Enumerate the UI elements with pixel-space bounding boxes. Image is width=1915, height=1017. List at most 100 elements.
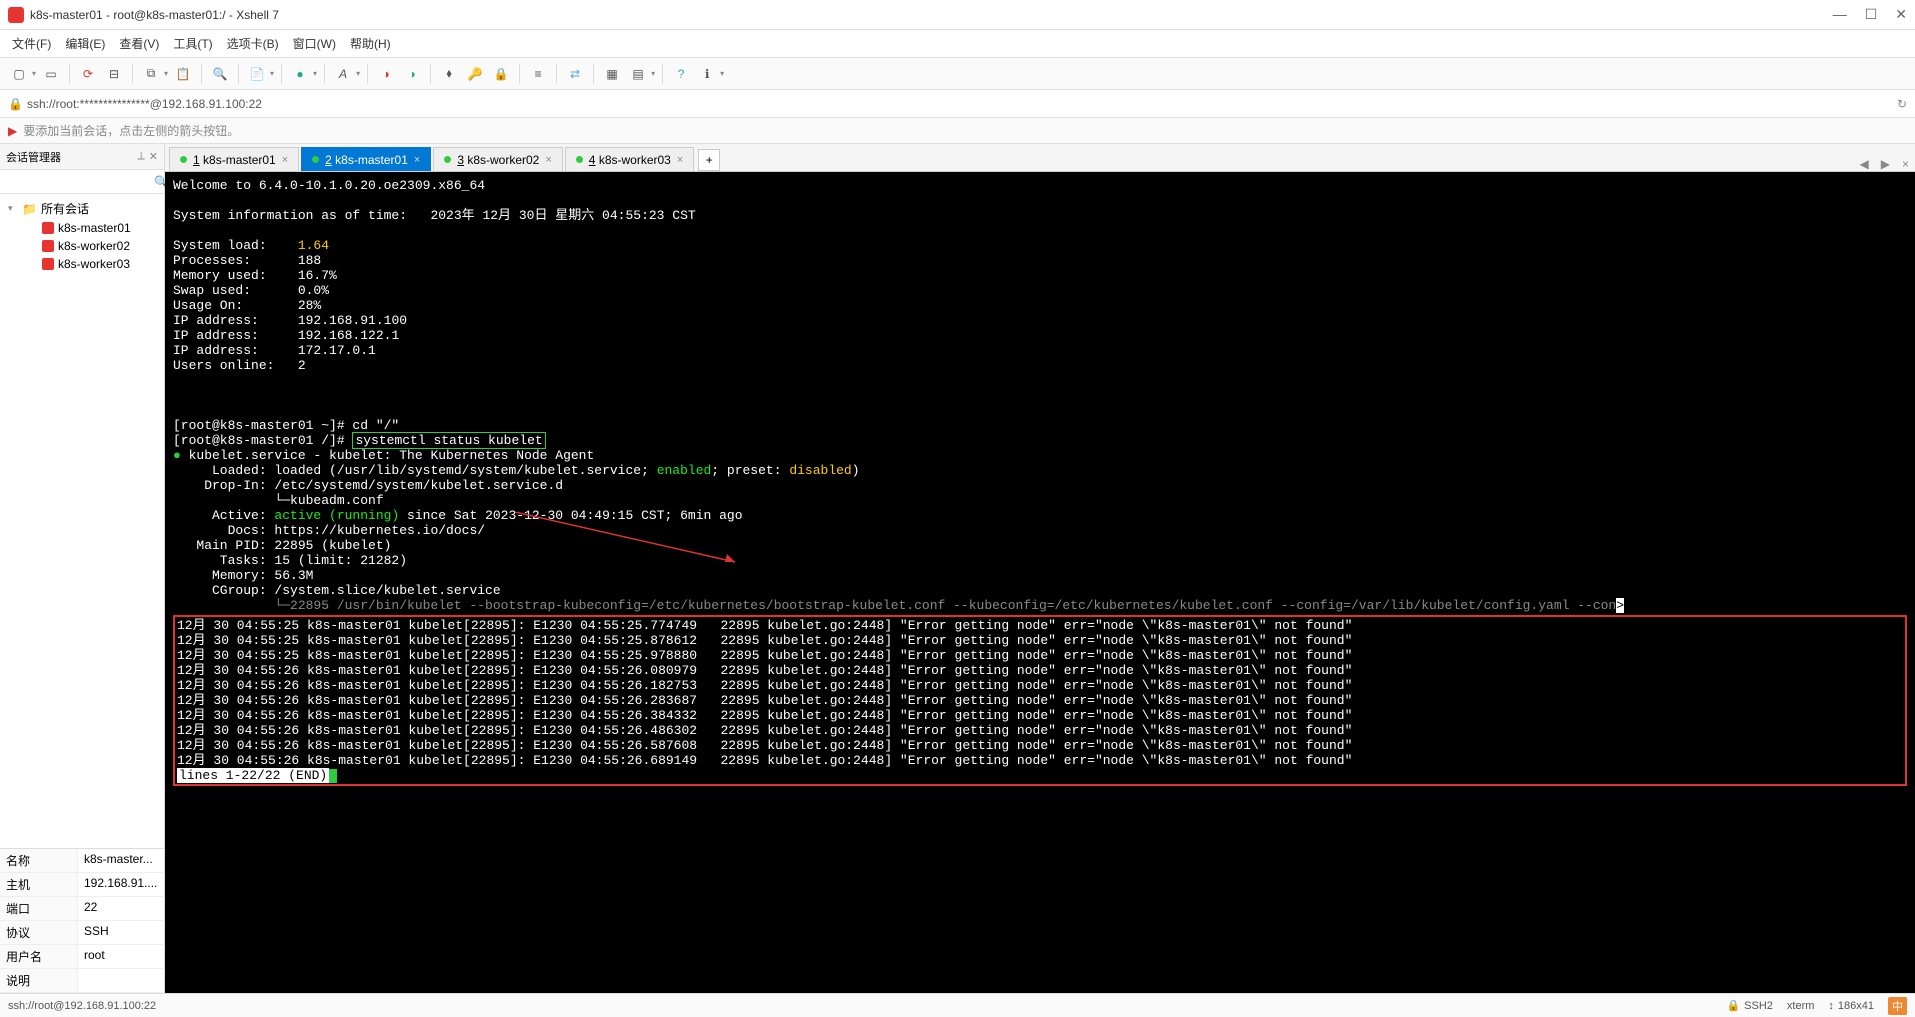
terminal[interactable]: Welcome to 6.4.0-10.1.0.20.oe2309.x86_64… [165,172,1915,993]
session-label: k8s-worker02 [58,239,130,253]
flag-icon: ▶ [8,124,17,138]
prop-row: 说明 [0,969,164,993]
log-icon[interactable]: ≡ [527,63,549,85]
sidebar-close-icon[interactable]: ✕ [149,150,158,163]
layout2-icon[interactable]: ▤ [627,63,649,85]
prop-value [78,969,164,992]
tree-root-label: 所有会话 [41,200,89,217]
font-icon[interactable]: A [332,63,354,85]
address-bar: 🔒 ssh://root:***************@192.168.91.… [0,90,1915,118]
minimize-button[interactable]: — [1833,6,1847,23]
color-icon[interactable]: ● [289,63,311,85]
session-label: k8s-master01 [58,221,131,235]
tree-root[interactable]: ▾ 📁 所有会话 [0,198,164,219]
sidebar-title: 会话管理器 [6,149,133,165]
layout1-icon[interactable]: ▦ [601,63,623,85]
lock-icon: 🔒 [8,97,23,111]
lock-icon[interactable]: 🔒 [490,63,512,85]
prop-value: 192.168.91.... [78,873,164,896]
session-item[interactable]: k8s-worker03 [0,255,164,273]
paste-icon[interactable]: 📋 [172,63,194,85]
menu-item[interactable]: 查看(V) [119,35,159,52]
tab-nav-icon[interactable]: × [1896,157,1915,171]
session-item[interactable]: k8s-worker02 [0,237,164,255]
status-ime[interactable]: 中 [1888,997,1907,1015]
tab-close-icon[interactable]: × [282,154,288,166]
tab-nav-icon[interactable]: ▶ [1875,157,1896,171]
disconnect-icon[interactable]: ⊟ [103,63,125,85]
search-icon[interactable]: 🔍 [209,63,231,85]
prop-row: 端口22 [0,897,164,921]
script2-icon[interactable]: ◑ [401,63,423,85]
log-highlight-box: 12月 30 04:55:25 k8s-master01 kubelet[228… [173,615,1907,786]
reconnect-icon[interactable]: ⟳ [77,63,99,85]
open-session-icon[interactable]: ▭ [40,63,62,85]
menu-item[interactable]: 帮助(H) [350,35,391,52]
status-bar: ssh://root@192.168.91.100:22 🔒SSH2 xterm… [0,993,1915,1017]
prop-key: 名称 [0,849,78,872]
tab-label: 4 k8s-worker03 [589,153,671,167]
toolbar: ▢▾ ▭ ⟳ ⊟ ⧉▾ 📋 🔍 📄▾ ●▾ A▾ ◑ ◑ ⬧ 🔑 🔒 ≡ ⇄ ▦… [0,58,1915,90]
tab-close-icon[interactable]: × [677,154,683,166]
add-tab-button[interactable]: + [698,149,720,171]
status-size: 186x41 [1838,1000,1874,1012]
prop-row: 协议SSH [0,921,164,945]
help-icon[interactable]: ? [670,63,692,85]
tab-close-icon[interactable]: × [545,154,551,166]
prop-row: 名称k8s-master... [0,849,164,873]
hint-bar: ▶ 要添加当前会话，点击左侧的箭头按钮。 [0,118,1915,144]
tab-nav-icon[interactable]: ◀ [1854,157,1875,171]
tab[interactable]: 3 k8s-worker02 × [433,147,562,171]
pin-icon[interactable]: ⟂ [137,150,144,163]
tab[interactable]: 1 k8s-master01× [169,147,299,171]
session-icon [42,222,54,234]
prop-value: 22 [78,897,164,920]
ftp-icon[interactable]: ⇄ [564,63,586,85]
tab-label: 2 k8s-master01 [325,153,408,167]
about-icon[interactable]: ℹ [696,63,718,85]
prop-value: SSH [78,921,164,944]
maximize-button[interactable]: ☐ [1865,6,1878,23]
menu-item[interactable]: 文件(F) [12,35,51,52]
status-dot-icon [576,156,583,163]
menu-item[interactable]: 工具(T) [173,35,212,52]
app-icon [8,7,24,23]
copy-icon[interactable]: ⧉ [140,63,162,85]
close-button[interactable]: ✕ [1895,6,1907,23]
tab[interactable]: 4 k8s-worker03 × [565,147,694,171]
session-icon [42,240,54,252]
menu-item[interactable]: 选项卡(B) [227,35,279,52]
tab-close-icon[interactable]: × [414,154,420,166]
session-label: k8s-worker03 [58,257,130,271]
prop-row: 用户名root [0,945,164,969]
collapse-icon[interactable]: ▾ [8,203,18,214]
new-session-icon[interactable]: ▢ [8,63,30,85]
props-icon[interactable]: 📄 [246,63,268,85]
prop-key: 协议 [0,921,78,944]
prop-key: 用户名 [0,945,78,968]
window-title: k8s-master01 - root@k8s-master01:/ - Xsh… [30,8,1833,22]
menu-item[interactable]: 窗口(W) [293,35,336,52]
session-item[interactable]: k8s-master01 [0,219,164,237]
tool1-icon[interactable]: ⬧ [438,63,460,85]
key-icon[interactable]: 🔑 [464,63,486,85]
script-icon[interactable]: ◑ [375,63,397,85]
refresh-icon[interactable]: ↻ [1897,97,1907,111]
prop-value: root [78,945,164,968]
session-manager: 会话管理器 ⟂ ✕ 🔍 ▾ 📁 所有会话 k8s-master01k8s-wor… [0,144,165,993]
ssh-icon: 🔒 [1726,999,1740,1012]
menu-item[interactable]: 编辑(E) [65,35,105,52]
address-text[interactable]: ssh://root:***************@192.168.91.10… [27,97,1897,111]
tab[interactable]: 2 k8s-master01 × [301,147,431,171]
session-icon [42,258,54,270]
session-properties: 名称k8s-master...主机192.168.91....端口22协议SSH… [0,848,164,993]
tab-label: 3 k8s-worker02 [457,153,539,167]
titlebar: k8s-master01 - root@k8s-master01:/ - Xsh… [0,0,1915,30]
session-search-input[interactable] [0,176,154,188]
folder-icon: 📁 [22,202,37,216]
status-address: ssh://root@192.168.91.100:22 [8,1000,1712,1012]
status-dot-icon [180,156,187,163]
status-dot-icon [444,156,451,163]
hint-text: 要添加当前会话，点击左侧的箭头按钮。 [23,122,239,139]
prop-value: k8s-master... [78,849,164,872]
